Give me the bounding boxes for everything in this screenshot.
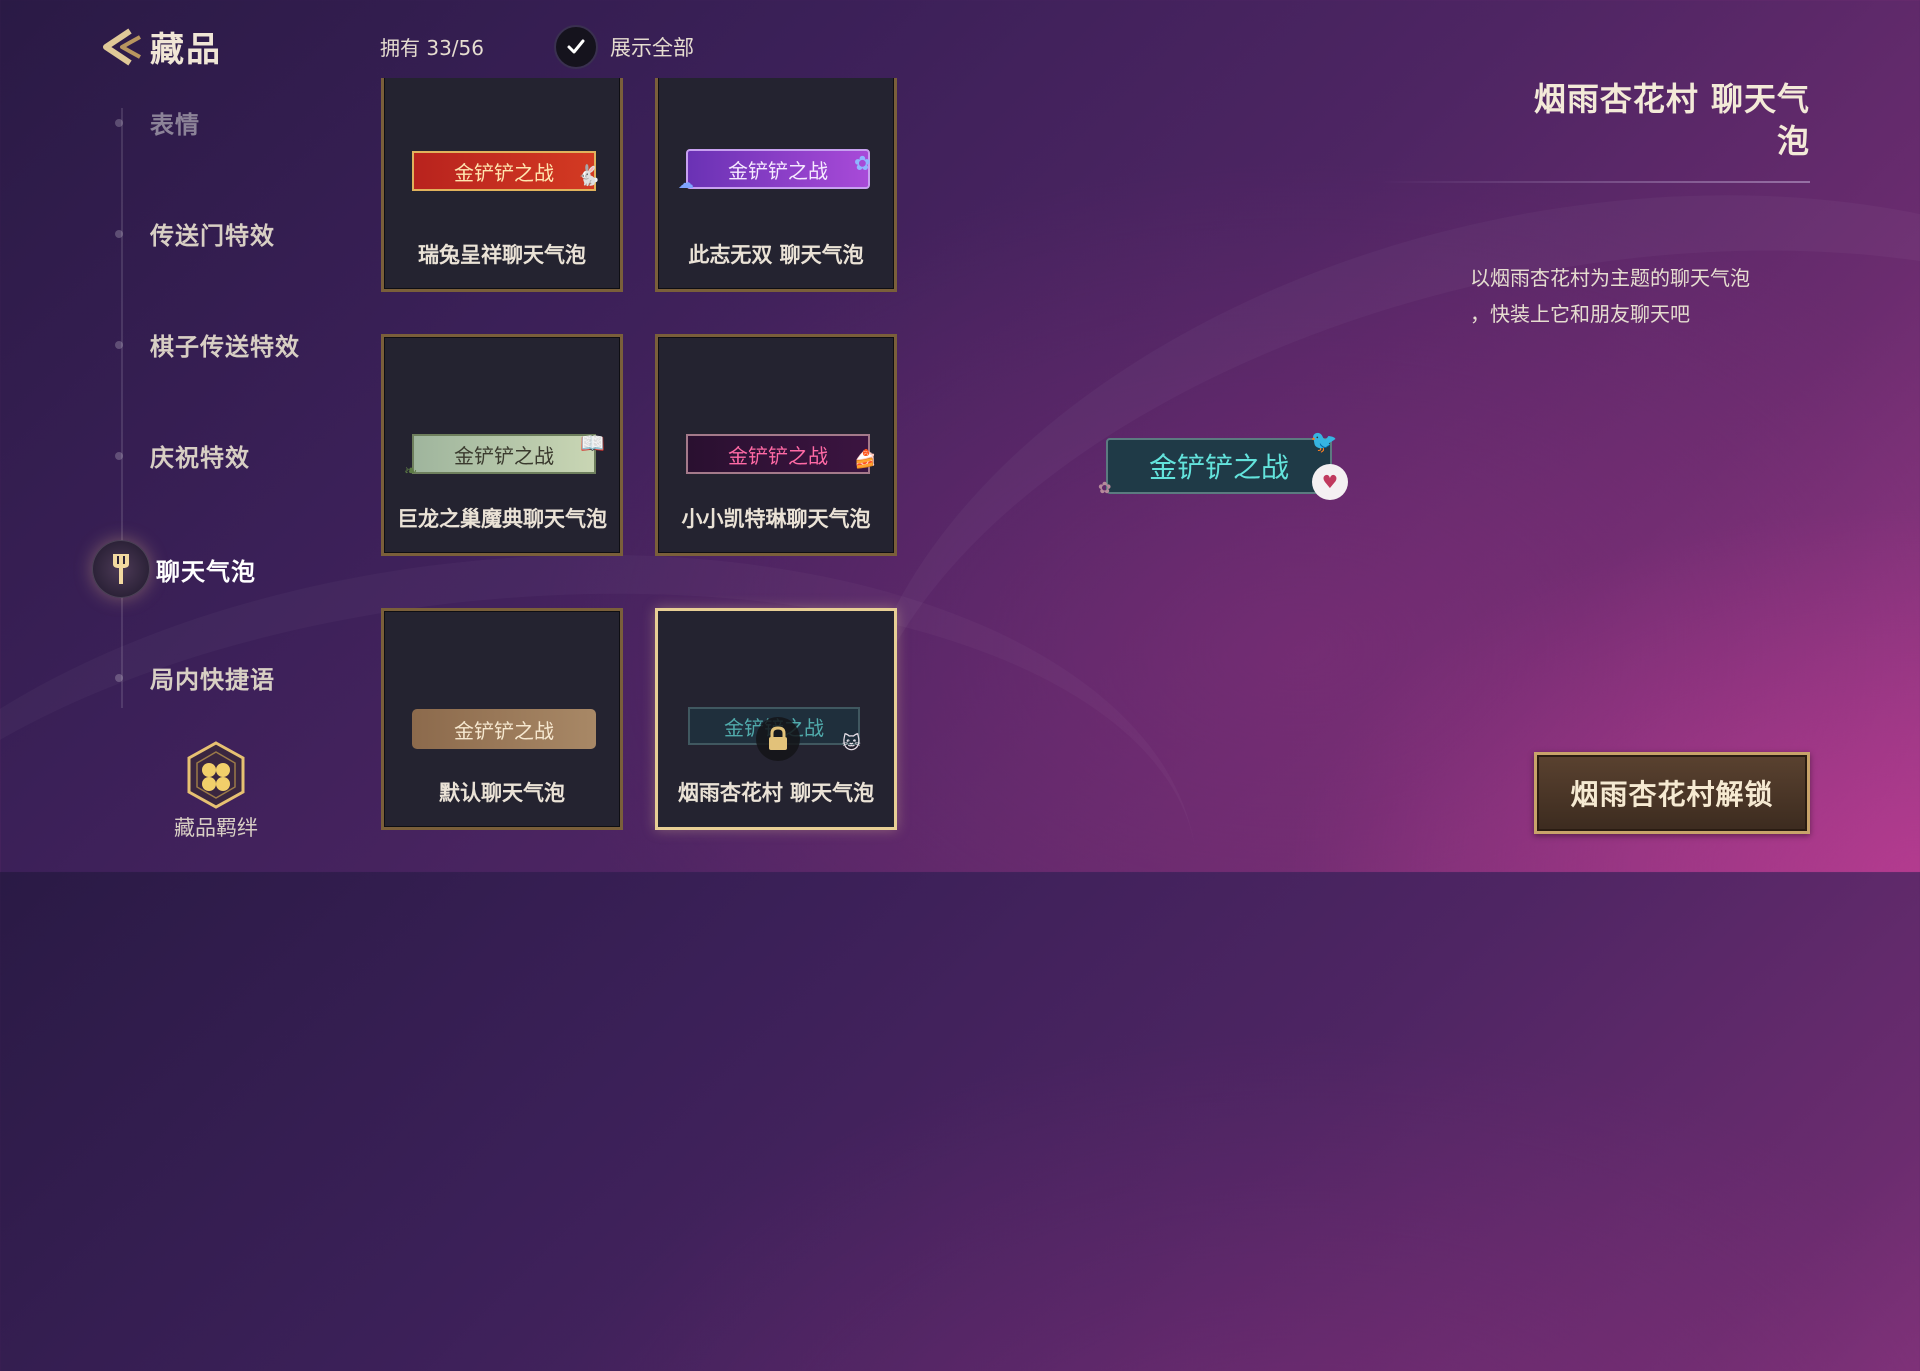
flower-icon: ✿ [854, 151, 871, 175]
nav-dot [115, 229, 123, 238]
show-all-checkbox[interactable] [554, 25, 598, 69]
nav-item-piece-teleport-effects[interactable]: 棋子传送特效 [115, 327, 300, 362]
card-name: 巨龙之巢魔典聊天气泡 [397, 507, 607, 531]
book-icon: 📖 [580, 431, 605, 455]
show-all-label: 展示全部 [610, 36, 694, 60]
back-button[interactable]: 藏品 [96, 22, 222, 71]
nav-item-label: 局内快捷语 [150, 666, 275, 694]
collection-bond-button[interactable]: 藏品羁绊 [166, 740, 266, 842]
card-name: 瑞兔呈祥聊天气泡 [418, 243, 586, 267]
card-name: 此志无双 聊天气泡 [688, 243, 864, 267]
bubble-grid[interactable]: 金铲铲之战 🐇 瑞兔呈祥聊天气泡 金铲铲之战 ✿ ☁ 此志无双 聊天气泡 金铲铲… [375, 78, 915, 872]
nav-item-label: 传送门特效 [150, 222, 275, 250]
cake-icon: 🍰 [854, 449, 877, 470]
nav-item-label: 表情 [150, 111, 200, 139]
nav-dot [115, 673, 123, 682]
background-swoosh [757, 65, 1920, 1316]
nav-item-chat-bubbles[interactable]: 聊天气泡 [92, 540, 256, 598]
rabbit-icon: 🐇 [576, 163, 601, 187]
detail-title-line1: 烟雨杏花村 聊天气 [1533, 80, 1810, 118]
nav-item-portal-effects[interactable]: 传送门特效 [115, 216, 275, 251]
bubble-card-selected[interactable]: 金铲铲之战 🐱 烟雨杏花村 聊天气泡 [655, 608, 897, 830]
card-name: 小小凯特琳聊天气泡 [681, 507, 871, 531]
nav-item-label: 棋子传送特效 [150, 333, 300, 361]
hexagon-bond-icon [187, 741, 245, 809]
bubble-preview: 金铲铲之战 [412, 151, 596, 191]
cat-icon: ♥ [1312, 464, 1348, 500]
bond-label: 藏品羁绊 [174, 816, 258, 840]
detail-title: 烟雨杏花村 聊天气 泡 [1390, 78, 1810, 162]
nav-item-label: 聊天气泡 [156, 557, 256, 586]
spatula-icon [92, 540, 150, 598]
nav-dot [115, 340, 123, 349]
bubble-card[interactable]: 金铲铲之战 默认聊天气泡 [381, 608, 623, 830]
show-all-toggle[interactable]: 展示全部 [554, 25, 694, 69]
bubble-card[interactable]: 金铲铲之战 🍰 小小凯特琳聊天气泡 [655, 334, 897, 556]
detail-description: 以烟雨杏花村为主题的聊天气泡 ，快装上它和朋友聊天吧 [1470, 260, 1810, 332]
bubble-card[interactable]: 金铲铲之战 ✿ ☁ 此志无双 聊天气泡 [655, 78, 897, 292]
bird-icon: 🐦 [1310, 430, 1338, 455]
bubble-preview: 金铲铲之战 [412, 434, 596, 474]
checkmark-icon [567, 39, 585, 54]
detail-title-line2: 泡 [1776, 122, 1810, 160]
detail-desc-line2: ，快装上它和朋友聊天吧 [1470, 302, 1690, 326]
nav-dot [115, 118, 123, 127]
lotus-icon: ✿ [1098, 478, 1112, 497]
cloud-icon: ☁ [678, 173, 694, 192]
leaf-icon: ❧ [404, 461, 418, 480]
lock-icon [756, 717, 800, 761]
bubble-card[interactable]: 金铲铲之战 🐇 瑞兔呈祥聊天气泡 [381, 78, 623, 292]
nav-item-emotes[interactable]: 表情 [115, 105, 200, 140]
cat-icon: 🐱 [842, 733, 861, 754]
card-name: 默认聊天气泡 [439, 781, 565, 805]
bubble-large-preview: 金铲铲之战 [1106, 438, 1332, 494]
nav-timeline [121, 108, 123, 708]
back-arrow-icon [103, 28, 141, 65]
nav-item-label: 庆祝特效 [150, 444, 250, 472]
page-title: 藏品 [150, 30, 222, 70]
card-name: 烟雨杏花村 聊天气泡 [677, 781, 875, 805]
nav-item-quick-chat[interactable]: 局内快捷语 [115, 660, 275, 695]
owned-count: 拥有 33/56 [380, 36, 484, 60]
bubble-preview: 金铲铲之战 [412, 709, 596, 749]
detail-divider [1380, 181, 1810, 183]
detail-desc-line1: 以烟雨杏花村为主题的聊天气泡 [1470, 266, 1750, 290]
bubble-card[interactable]: 金铲铲之战 📖 ❧ 巨龙之巢魔典聊天气泡 [381, 334, 623, 556]
bubble-preview: 金铲铲之战 [686, 149, 870, 189]
unlock-button[interactable]: 烟雨杏花村解锁 [1534, 752, 1810, 834]
bubble-preview: 金铲铲之战 [686, 434, 870, 474]
nav-dot [115, 451, 123, 460]
nav-item-celebration-effects[interactable]: 庆祝特效 [115, 438, 250, 473]
